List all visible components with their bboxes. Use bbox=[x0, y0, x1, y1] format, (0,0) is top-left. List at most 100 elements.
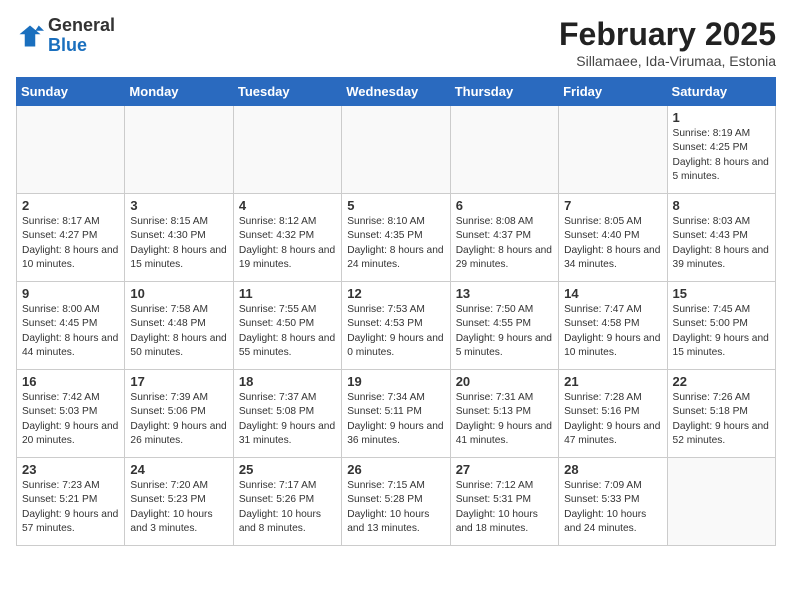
weekday-header-row: SundayMondayTuesdayWednesdayThursdayFrid… bbox=[17, 78, 776, 106]
day-info: Sunrise: 7:58 AM Sunset: 4:48 PM Dayligh… bbox=[130, 303, 227, 360]
logo-icon bbox=[16, 22, 44, 50]
day-number: 9 bbox=[22, 286, 119, 301]
day-cell-15: 15 Sunrise: 7:45 AM Sunset: 5:00 PM Dayli… bbox=[667, 282, 775, 370]
day-info: Sunrise: 7:12 AM Sunset: 5:31 PM Dayligh… bbox=[456, 479, 553, 536]
day-number: 12 bbox=[347, 286, 444, 301]
day-cell-28: 28 Sunrise: 7:09 AM Sunset: 5:33 PM Dayli… bbox=[559, 458, 667, 546]
day-info: Sunrise: 8:12 AM Sunset: 4:32 PM Dayligh… bbox=[239, 215, 336, 272]
day-number: 3 bbox=[130, 198, 227, 213]
day-number: 16 bbox=[22, 374, 119, 389]
day-cell-18: 18 Sunrise: 7:37 AM Sunset: 5:08 PM Dayli… bbox=[233, 370, 341, 458]
day-cell-11: 11 Sunrise: 7:55 AM Sunset: 4:50 PM Dayli… bbox=[233, 282, 341, 370]
day-number: 2 bbox=[22, 198, 119, 213]
day-info: Sunrise: 8:10 AM Sunset: 4:35 PM Dayligh… bbox=[347, 215, 444, 272]
day-cell-8: 8 Sunrise: 8:03 AM Sunset: 4:43 PM Daylig… bbox=[667, 194, 775, 282]
day-number: 6 bbox=[456, 198, 553, 213]
page-header: General Blue February 2025 Sillamaee, Id… bbox=[16, 16, 776, 69]
empty-cell bbox=[233, 106, 341, 194]
day-info: Sunrise: 7:50 AM Sunset: 4:55 PM Dayligh… bbox=[456, 303, 553, 360]
weekday-header-tuesday: Tuesday bbox=[233, 78, 341, 106]
day-number: 26 bbox=[347, 462, 444, 477]
day-info: Sunrise: 7:47 AM Sunset: 4:58 PM Dayligh… bbox=[564, 303, 661, 360]
day-number: 23 bbox=[22, 462, 119, 477]
day-info: Sunrise: 8:19 AM Sunset: 4:25 PM Dayligh… bbox=[673, 127, 770, 184]
day-info: Sunrise: 8:08 AM Sunset: 4:37 PM Dayligh… bbox=[456, 215, 553, 272]
logo-general-text: General bbox=[48, 15, 115, 35]
day-cell-1: 1Sunrise: 8:19 AM Sunset: 4:25 PM Daylig… bbox=[667, 106, 775, 194]
empty-cell bbox=[125, 106, 233, 194]
day-number: 8 bbox=[673, 198, 770, 213]
weekday-header-friday: Friday bbox=[559, 78, 667, 106]
day-cell-25: 25Sunrise: 7:17 AM Sunset: 5:26 PM Dayli… bbox=[233, 458, 341, 546]
day-number: 21 bbox=[564, 374, 661, 389]
day-info: Sunrise: 7:42 AM Sunset: 5:03 PM Dayligh… bbox=[22, 391, 119, 448]
logo: General Blue bbox=[16, 16, 115, 56]
day-info: Sunrise: 7:09 AM Sunset: 5:33 PM Dayligh… bbox=[564, 479, 661, 536]
day-info: Sunrise: 8:15 AM Sunset: 4:30 PM Dayligh… bbox=[130, 215, 227, 272]
day-info: Sunrise: 7:23 AM Sunset: 5:21 PM Dayligh… bbox=[22, 479, 119, 536]
day-cell-6: 6 Sunrise: 8:08 AM Sunset: 4:37 PM Daylig… bbox=[450, 194, 558, 282]
day-cell-20: 20 Sunrise: 7:31 AM Sunset: 5:13 PM Dayli… bbox=[450, 370, 558, 458]
day-cell-27: 27 Sunrise: 7:12 AM Sunset: 5:31 PM Dayli… bbox=[450, 458, 558, 546]
day-cell-26: 26 Sunrise: 7:15 AM Sunset: 5:28 PM Dayli… bbox=[342, 458, 450, 546]
day-number: 19 bbox=[347, 374, 444, 389]
day-cell-21: 21 Sunrise: 7:28 AM Sunset: 5:16 PM Dayli… bbox=[559, 370, 667, 458]
day-info: Sunrise: 8:17 AM Sunset: 4:27 PM Dayligh… bbox=[22, 215, 119, 272]
day-info: Sunrise: 8:00 AM Sunset: 4:45 PM Dayligh… bbox=[22, 303, 119, 360]
day-number: 14 bbox=[564, 286, 661, 301]
day-cell-23: 23 Sunrise: 7:23 AM Sunset: 5:21 PM Dayli… bbox=[17, 458, 125, 546]
day-number: 4 bbox=[239, 198, 336, 213]
day-number: 22 bbox=[673, 374, 770, 389]
day-info: Sunrise: 7:39 AM Sunset: 5:06 PM Dayligh… bbox=[130, 391, 227, 448]
month-year-title: February 2025 bbox=[559, 16, 776, 53]
day-number: 11 bbox=[239, 286, 336, 301]
day-cell-16: 16 Sunrise: 7:42 AM Sunset: 5:03 PM Dayli… bbox=[17, 370, 125, 458]
day-cell-3: 3 Sunrise: 8:15 AM Sunset: 4:30 PM Daylig… bbox=[125, 194, 233, 282]
week-row-5: 23 Sunrise: 7:23 AM Sunset: 5:21 PM Dayli… bbox=[17, 458, 776, 546]
day-cell-24: 24 Sunrise: 7:20 AM Sunset: 5:23 PM Dayli… bbox=[125, 458, 233, 546]
empty-cell bbox=[559, 106, 667, 194]
week-row-2: 2 Sunrise: 8:17 AM Sunset: 4:27 PM Daylig… bbox=[17, 194, 776, 282]
day-number: 20 bbox=[456, 374, 553, 389]
empty-cell bbox=[667, 458, 775, 546]
day-cell-22: 22 Sunrise: 7:26 AM Sunset: 5:18 PM Dayli… bbox=[667, 370, 775, 458]
day-info: Sunrise: 7:20 AM Sunset: 5:23 PM Dayligh… bbox=[130, 479, 227, 536]
day-number: 28 bbox=[564, 462, 661, 477]
weekday-header-monday: Monday bbox=[125, 78, 233, 106]
day-cell-7: 7Sunrise: 8:05 AM Sunset: 4:40 PM Daylig… bbox=[559, 194, 667, 282]
week-row-3: 9 Sunrise: 8:00 AM Sunset: 4:45 PM Daylig… bbox=[17, 282, 776, 370]
day-cell-17: 17 Sunrise: 7:39 AM Sunset: 5:06 PM Dayli… bbox=[125, 370, 233, 458]
day-cell-4: 4 Sunrise: 8:12 AM Sunset: 4:32 PM Daylig… bbox=[233, 194, 341, 282]
day-number: 10 bbox=[130, 286, 227, 301]
day-info: Sunrise: 8:03 AM Sunset: 4:43 PM Dayligh… bbox=[673, 215, 770, 272]
day-number: 18 bbox=[239, 374, 336, 389]
day-number: 17 bbox=[130, 374, 227, 389]
day-info: Sunrise: 7:45 AM Sunset: 5:00 PM Dayligh… bbox=[673, 303, 770, 360]
day-number: 24 bbox=[130, 462, 227, 477]
day-info: Sunrise: 7:17 AM Sunset: 5:26 PM Dayligh… bbox=[239, 479, 336, 536]
day-cell-10: 10 Sunrise: 7:58 AM Sunset: 4:48 PM Dayli… bbox=[125, 282, 233, 370]
day-info: Sunrise: 7:15 AM Sunset: 5:28 PM Dayligh… bbox=[347, 479, 444, 536]
day-number: 7 bbox=[564, 198, 661, 213]
logo-blue-text: Blue bbox=[48, 35, 87, 55]
day-cell-2: 2 Sunrise: 8:17 AM Sunset: 4:27 PM Daylig… bbox=[17, 194, 125, 282]
empty-cell bbox=[17, 106, 125, 194]
day-number: 27 bbox=[456, 462, 553, 477]
weekday-header-sunday: Sunday bbox=[17, 78, 125, 106]
day-number: 5 bbox=[347, 198, 444, 213]
day-info: Sunrise: 7:34 AM Sunset: 5:11 PM Dayligh… bbox=[347, 391, 444, 448]
weekday-header-thursday: Thursday bbox=[450, 78, 558, 106]
day-info: Sunrise: 7:26 AM Sunset: 5:18 PM Dayligh… bbox=[673, 391, 770, 448]
day-info: Sunrise: 7:37 AM Sunset: 5:08 PM Dayligh… bbox=[239, 391, 336, 448]
day-cell-9: 9 Sunrise: 8:00 AM Sunset: 4:45 PM Daylig… bbox=[17, 282, 125, 370]
day-info: Sunrise: 7:55 AM Sunset: 4:50 PM Dayligh… bbox=[239, 303, 336, 360]
day-info: Sunrise: 7:28 AM Sunset: 5:16 PM Dayligh… bbox=[564, 391, 661, 448]
calendar-table: SundayMondayTuesdayWednesdayThursdayFrid… bbox=[16, 77, 776, 546]
weekday-header-wednesday: Wednesday bbox=[342, 78, 450, 106]
week-row-1: 1Sunrise: 8:19 AM Sunset: 4:25 PM Daylig… bbox=[17, 106, 776, 194]
title-block: February 2025 Sillamaee, Ida-Virumaa, Es… bbox=[559, 16, 776, 69]
day-number: 15 bbox=[673, 286, 770, 301]
day-info: Sunrise: 7:31 AM Sunset: 5:13 PM Dayligh… bbox=[456, 391, 553, 448]
day-cell-5: 5 Sunrise: 8:10 AM Sunset: 4:35 PM Daylig… bbox=[342, 194, 450, 282]
week-row-4: 16 Sunrise: 7:42 AM Sunset: 5:03 PM Dayli… bbox=[17, 370, 776, 458]
